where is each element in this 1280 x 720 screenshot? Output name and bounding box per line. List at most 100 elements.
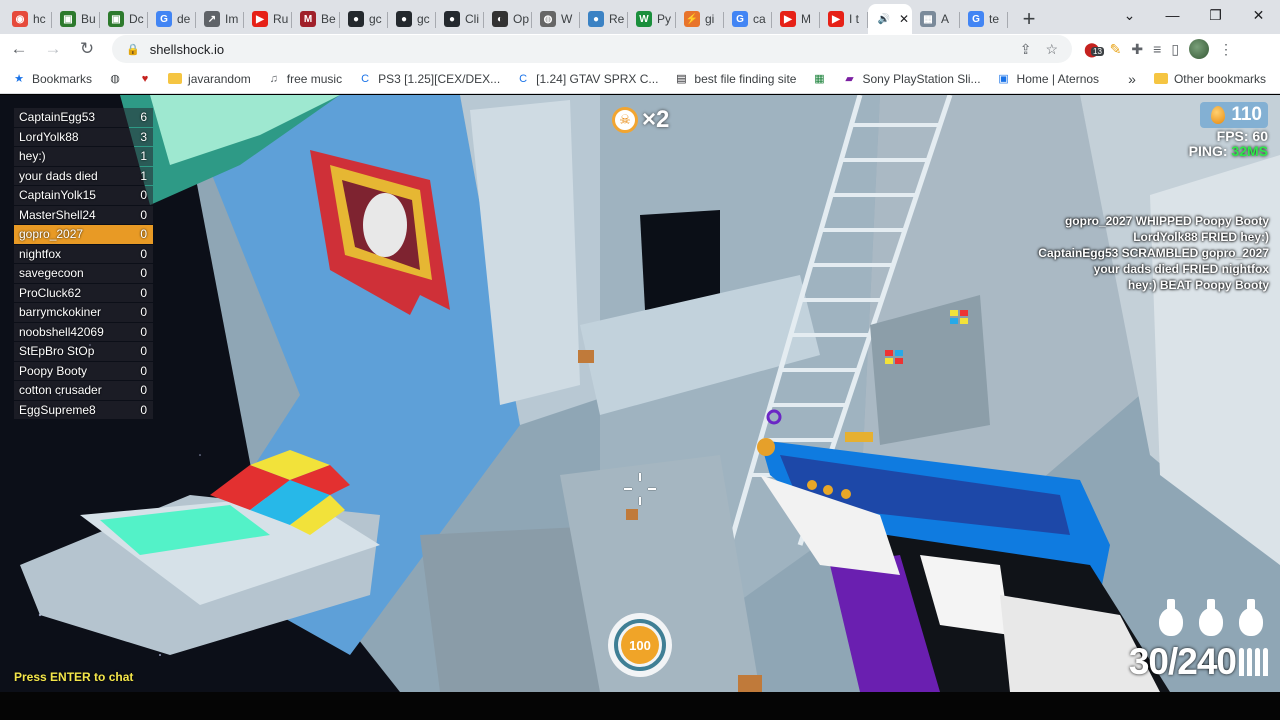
browser-tab[interactable]: ▶ M	[772, 4, 820, 34]
player-score: 0	[140, 305, 147, 320]
bookmark-item[interactable]: ▦	[812, 72, 826, 86]
other-bookmarks[interactable]: Other bookmarks	[1153, 71, 1266, 86]
tab-title: Bu	[81, 12, 96, 26]
browser-tab[interactable]: Gca	[724, 4, 772, 34]
bag-icon: ▰	[845, 73, 854, 85]
browser-tab[interactable]: Gde	[148, 4, 196, 34]
tab-favicon-icon: 🔊	[877, 13, 891, 25]
bookmark-item[interactable]: ▣ Home | Aternos	[997, 72, 1099, 86]
ping-readout: PING: 32MS	[1188, 143, 1268, 159]
bookmark-item[interactable]: ▤ best file finding site	[674, 72, 796, 86]
tab-title: ca	[753, 12, 766, 26]
close-tab-icon[interactable]: ✕	[899, 12, 909, 26]
scoreboard-row: barrymckokiner 0	[14, 303, 153, 322]
browser-tab[interactable]: ▦ A	[912, 4, 960, 34]
tab-favicon-icon: ●	[588, 11, 604, 27]
tab-title: Dc	[129, 12, 144, 26]
skull-icon: ☠	[612, 107, 638, 133]
tab-favicon-icon: G	[732, 11, 748, 27]
browser-tab[interactable]: ● Re	[580, 4, 628, 34]
address-bar[interactable]: 🔒 shellshock.io ⇪ ☆	[112, 35, 1072, 63]
scoreboard-row-self: gopro_2027 0	[14, 225, 153, 244]
puzzle-icon[interactable]: ✚	[1131, 41, 1143, 58]
browser-tab[interactable]: ◍ W	[532, 4, 580, 34]
bookmark-item[interactable]: ♥	[138, 72, 152, 86]
browser-tab[interactable]: ◐ Op	[484, 4, 532, 34]
active-tab[interactable]: 🔊 ✕	[868, 4, 912, 34]
tab-title: gc	[369, 12, 382, 26]
tab-favicon-icon: ◐	[492, 11, 508, 27]
bookmark-label: free music	[286, 71, 343, 86]
bookmark-item[interactable]: javarandom	[168, 72, 251, 86]
maximize-button[interactable]: ❐	[1194, 0, 1237, 30]
player-score: 0	[140, 324, 147, 339]
bullets-icon	[1239, 648, 1268, 676]
bookmark-item[interactable]: ★ Bookmarks	[12, 72, 92, 86]
new-tab-button[interactable]: +	[1014, 4, 1044, 34]
extension-badge-icon[interactable]: ⬤13	[1084, 41, 1104, 58]
bookmark-label: Sony PlayStation Sli...	[862, 71, 981, 86]
media-control-icon[interactable]: ≡	[1153, 41, 1161, 57]
forward-button[interactable]: →	[38, 34, 68, 64]
close-window-button[interactable]: ✕	[1237, 0, 1280, 30]
back-button[interactable]: ←	[4, 34, 34, 64]
tab-title: Re	[609, 12, 625, 26]
more-bookmarks-button[interactable]: »	[1128, 71, 1136, 87]
browser-tab[interactable]: ⚡ gi	[676, 4, 724, 34]
share-icon[interactable]: ⇪	[1020, 41, 1032, 58]
game-canvas[interactable]: CaptainEgg53 6 LordYolk88 3 hey:) 1 your dads …	[0, 95, 1280, 692]
other-bookmarks-label: Other bookmarks	[1173, 71, 1266, 86]
tab-favicon-icon: ▶	[828, 11, 844, 27]
grenade-icon	[1156, 598, 1186, 638]
tab-search-icon[interactable]: ⌄	[1108, 0, 1151, 30]
tab-list: ◉ hc ▣ Bu ▣ Dc Gde ↗ Im ▶ Ru M Be ● gc ● gc ● Cli ◐ Op ◍ W ● Re W…	[4, 4, 1008, 34]
player-score: 0	[140, 383, 147, 398]
side-panel-icon[interactable]: ▯	[1171, 41, 1179, 58]
bookmark-star-icon[interactable]: ☆	[1045, 41, 1058, 58]
bookmark-item[interactable]: C PS3 [1.25][CEX/DEX...	[358, 72, 500, 86]
browser-tab[interactable]: ● gc	[340, 4, 388, 34]
tab-title: Ru	[273, 12, 289, 26]
tab-title: de	[177, 12, 191, 26]
tab-favicon-icon: ●	[348, 11, 364, 27]
minimize-button[interactable]: —	[1151, 0, 1194, 30]
scoreboard-row: nightfox 0	[14, 244, 153, 263]
browser-tab[interactable]: ● gc	[388, 4, 436, 34]
kill-feed-entry: gopro_2027 WHIPPED Poopy Booty	[1064, 214, 1269, 228]
kill-feed-entry: your dads died FRIED nightfox	[1093, 262, 1269, 276]
player-name: noobshell42069	[19, 324, 104, 339]
browser-tab[interactable]: W Py	[628, 4, 676, 34]
browser-tab[interactable]: M Be	[292, 4, 340, 34]
bookmark-item[interactable]: ▰ Sony PlayStation Sli...	[842, 72, 980, 86]
kill-feed-entry: LordYolk88 FRIED hey:)	[1133, 230, 1269, 244]
tab-favicon-icon: ⚡	[684, 11, 700, 27]
browser-tab[interactable]: ● Cli	[436, 4, 484, 34]
tab-title: W	[561, 12, 573, 26]
browser-tab[interactable]: ▶ I t	[820, 4, 868, 34]
bookmark-label: best file finding site	[694, 71, 797, 86]
player-score: 1	[140, 168, 147, 183]
tab-title: gc	[417, 12, 430, 26]
menu-icon[interactable]: ⋮	[1219, 41, 1233, 58]
bookmark-item[interactable]: ♫ free music	[267, 72, 342, 86]
bookmark-item[interactable]: ◍	[108, 72, 122, 86]
tab-title: Py	[657, 12, 672, 26]
kill-streak: ☠ ×2	[612, 106, 669, 134]
browser-tab[interactable]: ↗ Im	[196, 4, 244, 34]
bookmark-item[interactable]: C [1.24] GTAV SPRX C...	[516, 72, 658, 86]
scoreboard-row: StEpBro StOp 0	[14, 342, 153, 361]
player-name: MasterShell24	[19, 207, 96, 222]
browser-tab[interactable]: ◉ hc	[4, 4, 52, 34]
browser-tab[interactable]: ▣ Dc	[100, 4, 148, 34]
tab-favicon-icon: ▣	[60, 11, 76, 27]
browser-tab[interactable]: Gte	[960, 4, 1008, 34]
player-score: 1	[140, 149, 147, 164]
c-icon: C	[519, 72, 528, 85]
health-indicator: 100	[608, 613, 672, 677]
extension-icon[interactable]: ✎	[1110, 41, 1122, 58]
browser-tab[interactable]: ▶ Ru	[244, 4, 292, 34]
tab-strip: ◉ hc ▣ Bu ▣ Dc Gde ↗ Im ▶ Ru M Be ● gc ● gc ● Cli ◐ Op ◍ W ● Re W…	[0, 0, 1280, 34]
reload-button[interactable]: ↻	[72, 34, 102, 64]
browser-tab[interactable]: ▣ Bu	[52, 4, 100, 34]
profile-avatar[interactable]	[1189, 39, 1210, 59]
